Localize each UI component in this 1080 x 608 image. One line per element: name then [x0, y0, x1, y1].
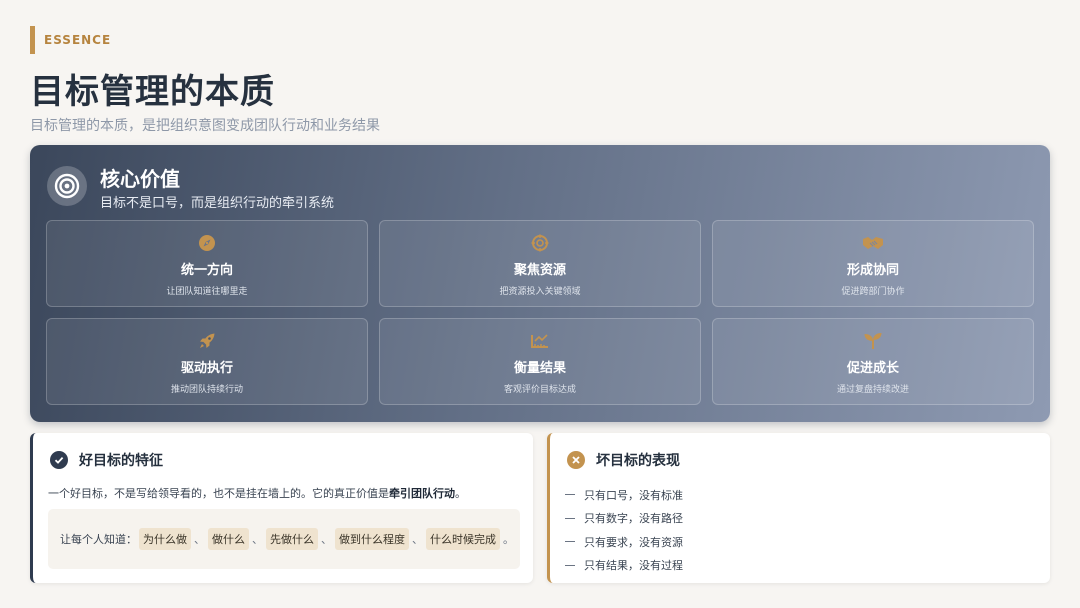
rocket-icon	[198, 331, 216, 351]
bad-goal-list: 只有口号，没有标准 只有数字，没有路径 只有要求，没有资源 只有结果，没有过程	[565, 483, 683, 577]
page-subtitle: 目标管理的本质，是把组织意图变成团队行动和业务结果	[30, 118, 380, 134]
eyebrow-label: ESSENCE	[30, 26, 111, 54]
list-item: 只有要求，没有资源	[565, 530, 683, 554]
value-card-desc: 通过复盘持续改进	[836, 385, 909, 395]
good-goal-text-bold: 牵引团队行动	[389, 487, 455, 500]
ruler-icon	[530, 331, 550, 351]
bad-goal-header: 坏目标的表现	[567, 450, 680, 470]
list-item: 只有数字，没有路径	[565, 507, 683, 531]
x-circle-icon	[567, 451, 585, 469]
handshake-icon	[862, 233, 884, 253]
tag-separator: 、	[412, 533, 423, 546]
tag-priority: 先做什么	[266, 528, 318, 550]
list-item: 只有口号，没有标准	[565, 483, 683, 507]
box-suffix: 。	[503, 533, 514, 546]
value-card-unify-direction: 统一方向 让团队知道往哪里走	[46, 220, 368, 307]
value-card-focus-resources: 聚焦资源 把资源投入关键领域	[379, 220, 701, 307]
value-card-title: 衡量结果	[513, 361, 566, 376]
list-item: 只有结果，没有过程	[565, 554, 683, 578]
good-goal-title: 好目标的特征	[79, 453, 163, 469]
dash-icon	[565, 494, 575, 496]
value-card-desc: 客观评价目标达成	[503, 385, 576, 395]
tag-separator: 、	[194, 533, 205, 546]
value-card-growth: 促进成长 通过复盘持续改进	[712, 318, 1034, 405]
dash-icon	[565, 541, 575, 543]
list-item-text: 只有数字，没有路径	[584, 512, 683, 526]
dash-icon	[565, 564, 575, 566]
dash-icon	[565, 517, 575, 519]
value-card-desc: 让团队知道往哪里走	[166, 287, 248, 297]
value-card-measure-results: 衡量结果 客观评价目标达成	[379, 318, 701, 405]
tag-degree: 做到什么程度	[335, 528, 409, 550]
seedling-icon	[863, 331, 883, 351]
bad-goal-title: 坏目标的表现	[596, 453, 680, 469]
good-goal-text-before: 一个好目标，不是写给领导看的，也不是挂在墙上的。它的真正价值是	[48, 487, 389, 500]
tag-separator: 、	[252, 533, 263, 546]
compass-icon	[198, 233, 216, 253]
list-item-text: 只有口号，没有标准	[584, 488, 683, 502]
value-card-collaboration: 形成协同 促进跨部门协作	[712, 220, 1034, 307]
good-goal-box: 让每个人知道： 为什么做 、 做什么 、 先做什么 、 做到什么程度 、 什么时…	[48, 509, 520, 569]
tag-what: 做什么	[208, 528, 249, 550]
value-card-title: 形成协同	[846, 263, 899, 278]
target-icon	[47, 166, 87, 206]
tag-deadline: 什么时候完成	[426, 528, 500, 550]
check-circle-icon	[50, 451, 68, 469]
page-title: 目标管理的本质	[30, 72, 275, 112]
value-card-title: 驱动执行	[180, 361, 233, 376]
value-card-desc: 促进跨部门协作	[841, 287, 905, 297]
core-value-desc: 目标不是口号，而是组织行动的牵引系统	[100, 196, 335, 211]
good-goal-panel: 好目标的特征 一个好目标，不是写给领导看的，也不是挂在墙上的。它的真正价值是牵引…	[30, 433, 533, 583]
tag-why: 为什么做	[139, 528, 191, 550]
value-card-title: 聚焦资源	[513, 263, 566, 278]
core-value-title: 核心价值	[100, 167, 180, 191]
crosshair-icon	[531, 233, 549, 253]
good-goal-text-after: 。	[455, 487, 466, 500]
core-value-panel: 核心价值 目标不是口号，而是组织行动的牵引系统 统一方向 让团队知道往哪里走 聚…	[30, 145, 1050, 422]
bad-goal-panel: 坏目标的表现 只有口号，没有标准 只有数字，没有路径 只有要求，没有资源 只有结…	[547, 433, 1050, 583]
good-goal-text: 一个好目标，不是写给领导看的，也不是挂在墙上的。它的真正价值是牵引团队行动。	[48, 485, 466, 501]
value-card-drive-execution: 驱动执行 推动团队持续行动	[46, 318, 368, 405]
box-prefix: 让每个人知道：	[60, 533, 137, 546]
value-card-title: 促进成长	[846, 361, 899, 376]
value-card-title: 统一方向	[180, 263, 233, 278]
list-item-text: 只有要求，没有资源	[584, 535, 683, 549]
list-item-text: 只有结果，没有过程	[584, 559, 683, 573]
value-card-desc: 推动团队持续行动	[170, 385, 243, 395]
good-goal-header: 好目标的特征	[50, 450, 163, 470]
value-card-desc: 把资源投入关键领域	[499, 287, 581, 297]
tag-separator: 、	[321, 533, 332, 546]
